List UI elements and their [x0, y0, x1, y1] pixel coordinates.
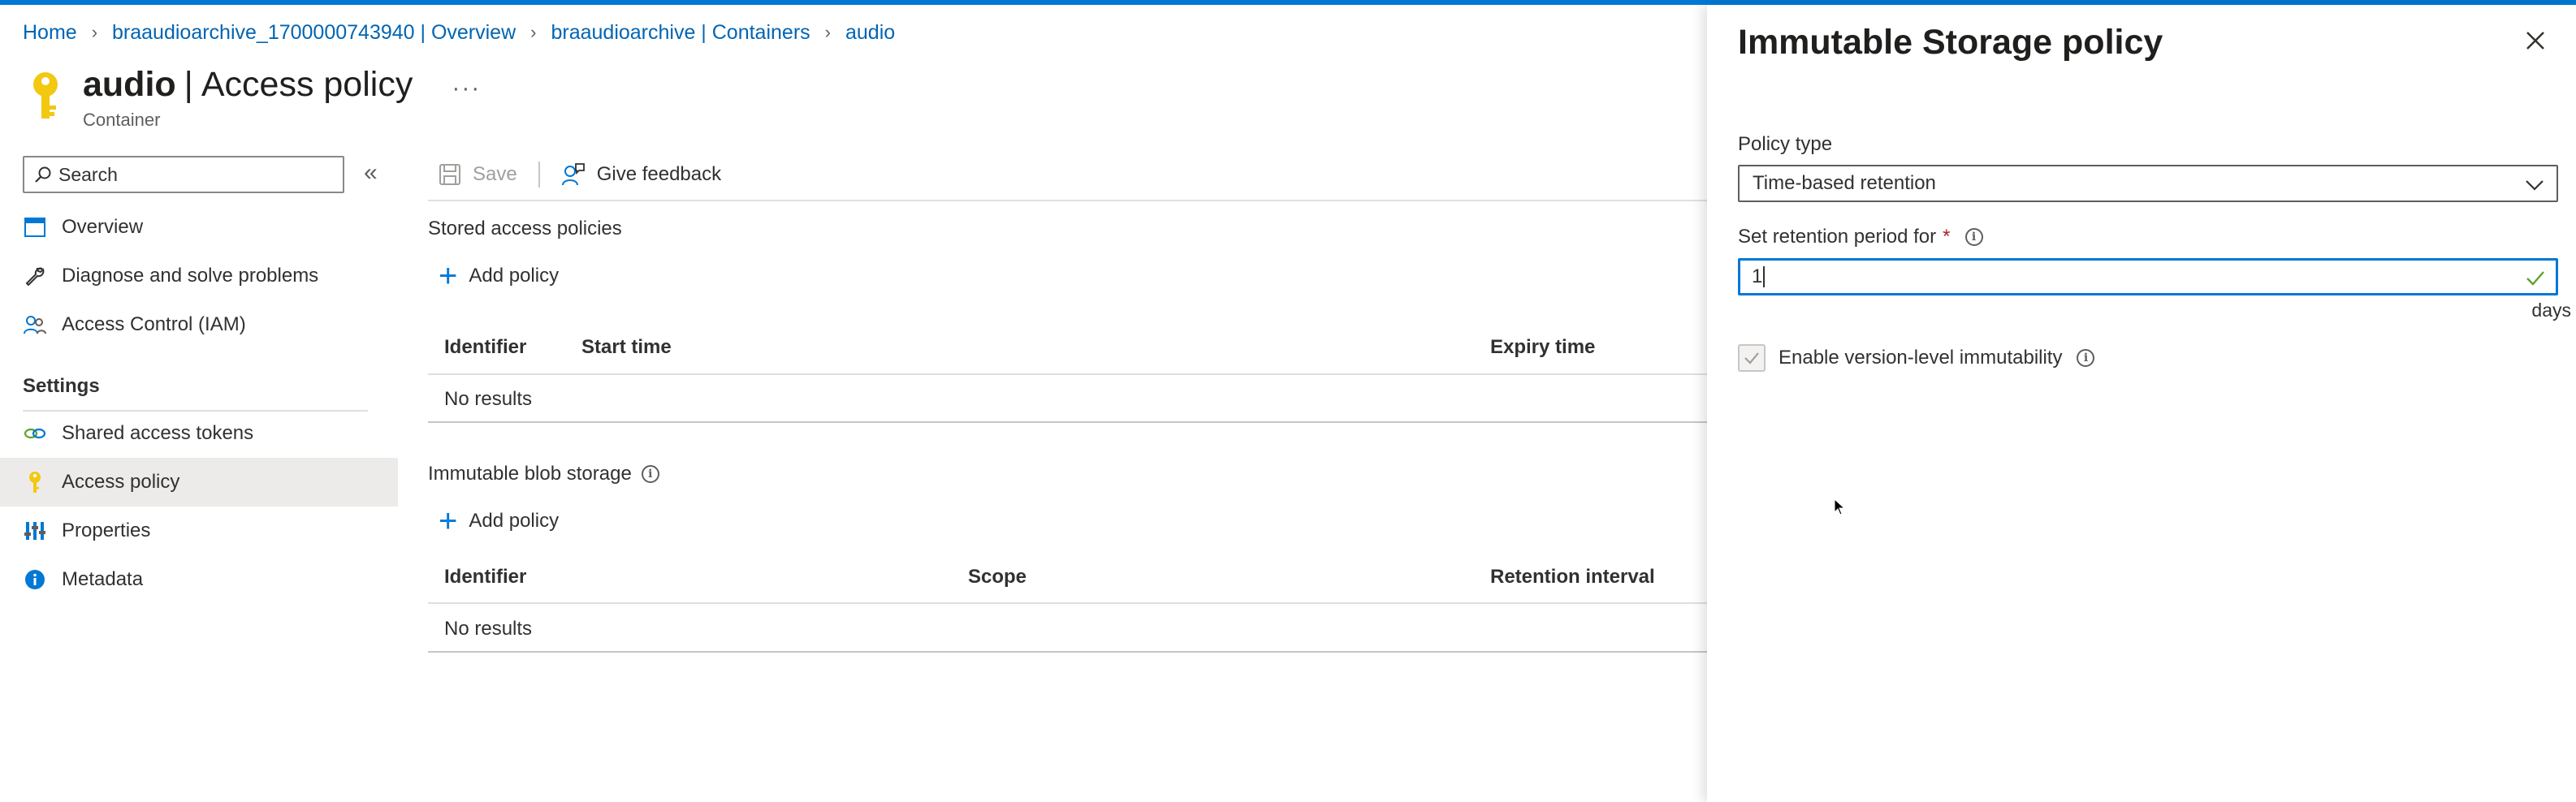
save-button[interactable]: Save: [439, 163, 517, 186]
key-icon: [23, 70, 68, 122]
chevron-right-icon: ›: [91, 22, 98, 42]
policy-type-label: Policy type: [1738, 133, 1833, 155]
sidebar-item-label: Access policy: [62, 471, 180, 493]
collapse-sidebar-button[interactable]: «: [364, 159, 378, 187]
link-icon: [23, 421, 47, 446]
retention-period-label-row: Set retention period for * i: [1738, 226, 1983, 248]
title-separator: |: [184, 65, 193, 104]
retention-period-label: Set retention period for: [1738, 226, 1937, 248]
sidebar-item-overview[interactable]: Overview: [0, 203, 398, 252]
plus-icon: +: [439, 258, 458, 294]
info-icon[interactable]: i: [2077, 349, 2095, 367]
table-empty-message: No results: [444, 618, 533, 640]
table-empty-message: No results: [444, 388, 533, 410]
column-header-start-time[interactable]: Start time: [581, 336, 672, 359]
version-immutability-label: Enable version-level immutability: [1779, 347, 2063, 369]
plus-icon: +: [439, 503, 458, 539]
version-immutability-checkbox[interactable]: [1738, 344, 1766, 372]
version-immutability-option: Enable version-level immutability i: [1738, 344, 2095, 372]
checkmark-icon: [2526, 271, 2544, 286]
policy-type-selected: Time-based retention: [1753, 172, 1936, 194]
chevron-right-icon: ›: [530, 22, 537, 42]
more-options-button[interactable]: ···: [452, 75, 481, 102]
retention-unit: days: [2531, 300, 2571, 321]
column-header-expiry-time[interactable]: Expiry time: [1490, 336, 1595, 359]
settings-heading: Settings: [23, 375, 100, 397]
search-icon: [35, 166, 51, 183]
sidebar-item-label: Metadata: [62, 568, 144, 590]
chevron-down-icon: [2526, 180, 2544, 191]
feedback-icon: [561, 163, 585, 186]
wrench-icon: [23, 264, 47, 288]
column-header-retention-interval[interactable]: Retention interval: [1490, 566, 1655, 589]
breadcrumb: Home › braaudioarchive_1700000743940 | O…: [23, 18, 895, 47]
required-mark: *: [1943, 226, 1951, 248]
info-icon[interactable]: i: [641, 465, 659, 483]
add-policy-label: Add policy: [469, 510, 560, 532]
properties-icon: [23, 519, 47, 543]
table-header-divider: [428, 602, 1707, 604]
table-bottom-divider: [428, 421, 1707, 423]
sidebar-item-access-policy[interactable]: Access policy: [0, 458, 398, 507]
people-icon: [23, 313, 47, 337]
toolbar-divider: [538, 162, 540, 188]
save-icon: [439, 164, 460, 185]
breadcrumb-containers[interactable]: braaudioarchive | Containers: [551, 21, 810, 45]
breadcrumb-home[interactable]: Home: [23, 21, 77, 45]
sidebar-item-diagnose[interactable]: Diagnose and solve problems: [0, 252, 398, 300]
give-feedback-label: Give feedback: [596, 163, 722, 185]
mouse-cursor-icon: [1834, 498, 1847, 520]
breadcrumb-storage-overview[interactable]: braaudioarchive_1700000743940 | Overview: [112, 21, 516, 45]
text-caret: [1763, 266, 1766, 287]
divider: [428, 200, 1707, 201]
page-title: Access policy: [201, 65, 413, 104]
page-subtitle: Container: [83, 110, 161, 130]
sidebar-item-iam[interactable]: Access Control (IAM): [0, 300, 398, 349]
table-bottom-divider: [428, 651, 1707, 653]
add-stored-policy-button[interactable]: + Add policy: [439, 260, 559, 292]
column-header-scope[interactable]: Scope: [968, 566, 1027, 589]
give-feedback-button[interactable]: Give feedback: [561, 162, 721, 187]
key-icon: [23, 470, 47, 494]
sidebar-item-label: Diagnose and solve problems: [62, 265, 319, 287]
sidebar-search-input[interactable]: Search: [23, 156, 344, 193]
checkmark-icon: [1744, 352, 1759, 364]
page-title-resource: audio: [83, 65, 176, 104]
stored-access-policies-heading: Stored access policies: [428, 218, 622, 239]
sidebar-item-metadata[interactable]: Metadata: [0, 555, 398, 604]
info-icon[interactable]: i: [1964, 228, 1983, 246]
command-bar: Save Give feedback: [439, 156, 721, 193]
sidebar-item-shared-access-tokens[interactable]: Shared access tokens: [0, 409, 398, 458]
add-immutable-policy-button[interactable]: + Add policy: [439, 505, 559, 537]
table-header-divider: [428, 373, 1707, 375]
sidebar-item-properties[interactable]: Properties: [0, 507, 398, 555]
retention-period-value: 1: [1752, 265, 1763, 287]
sidebar-item-label: Overview: [62, 216, 144, 238]
policy-type-dropdown[interactable]: Time-based retention: [1738, 165, 2558, 202]
info-icon: [23, 567, 47, 592]
overview-icon: [23, 215, 47, 239]
save-button-label: Save: [473, 163, 517, 185]
add-policy-label: Add policy: [469, 265, 560, 287]
page-header: audio | Access policy ··· Container: [23, 65, 481, 130]
immutable-blob-storage-heading: Immutable blob storage i: [428, 463, 659, 485]
close-icon[interactable]: [2519, 24, 2552, 57]
chevron-right-icon: ›: [824, 22, 831, 42]
column-header-identifier[interactable]: Identifier: [444, 336, 526, 359]
column-header-identifier[interactable]: Identifier: [444, 566, 526, 589]
immutable-storage-policy-panel: Immutable Storage policy Policy type Tim…: [1707, 5, 2576, 802]
breadcrumb-audio[interactable]: audio: [845, 21, 895, 45]
sidebar-item-label: Shared access tokens: [62, 422, 254, 444]
panel-title: Immutable Storage policy: [1738, 23, 2163, 62]
sidebar-item-label: Properties: [62, 520, 151, 541]
immutable-heading-label: Immutable blob storage: [428, 463, 632, 485]
retention-period-input[interactable]: 1: [1738, 258, 2558, 295]
search-placeholder: Search: [58, 163, 118, 185]
sidebar-item-label: Access Control (IAM): [62, 313, 246, 335]
